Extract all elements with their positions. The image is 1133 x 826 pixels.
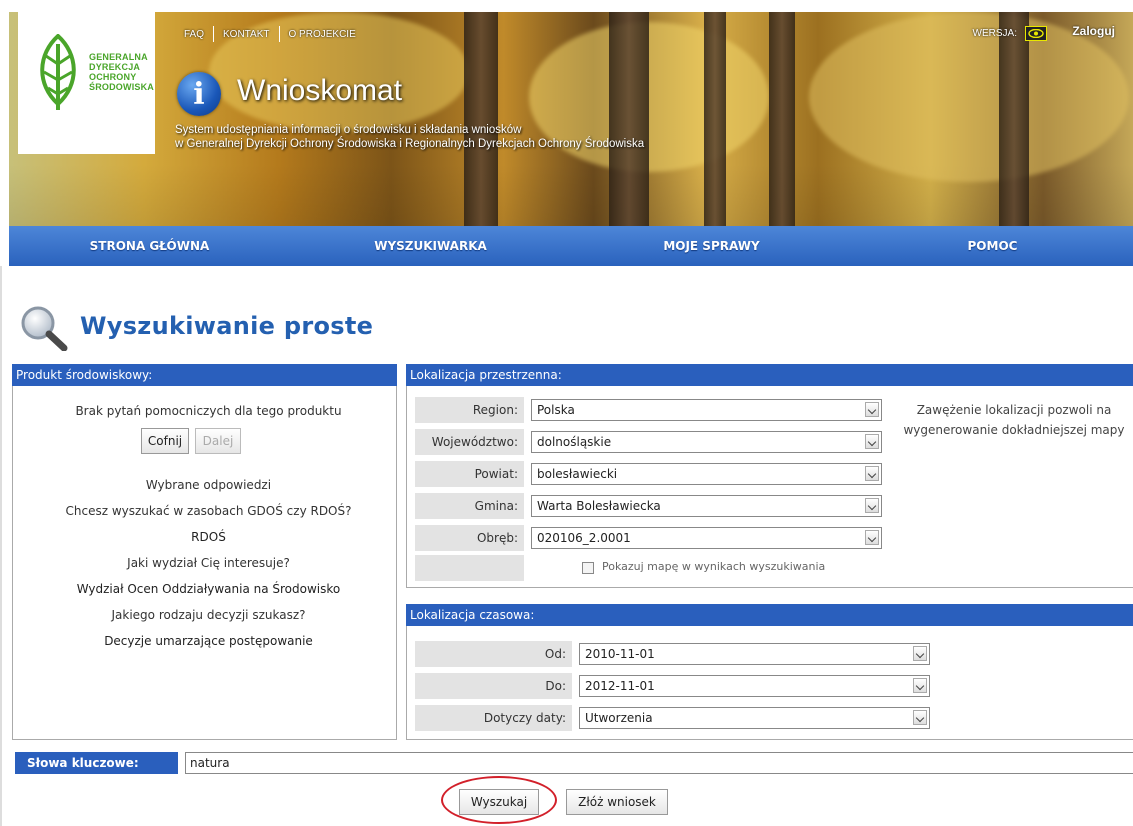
tree-trunk — [999, 12, 1029, 242]
chevron-down-icon — [865, 530, 879, 545]
precinct-select[interactable]: 020106_2.0001 — [531, 527, 882, 549]
version-switch: WERSJA: — [973, 26, 1047, 41]
empty-label-cell — [415, 555, 524, 581]
show-map-checkbox[interactable] — [582, 562, 594, 574]
commune-label: Gmina: — [415, 493, 524, 519]
info-icon: i — [177, 72, 221, 116]
keywords-label: Słowa kluczowe: — [15, 752, 178, 774]
back-button[interactable]: Cofnij — [141, 428, 189, 454]
nav-search[interactable]: WYSZUKIWARKA — [290, 226, 571, 266]
commune-select[interactable]: Warta Bolesławiecka — [531, 495, 882, 517]
question-text: Chcesz wyszukać w zasobach GDOŚ czy RDOŚ… — [65, 504, 352, 518]
county-label: Powiat: — [415, 461, 524, 487]
location-note: Zawężenie lokalizacji pozwoli na wygener… — [903, 403, 1125, 437]
tree-trunk — [704, 12, 726, 242]
page-title: Wyszukiwanie proste — [80, 312, 374, 340]
magnifier-icon — [21, 306, 68, 351]
product-panel: Brak pytań pomocniczych dla tego produkt… — [12, 386, 397, 740]
region-select[interactable]: Polska — [531, 399, 882, 421]
location-panel-title: Lokalizacja przestrzenna: — [406, 364, 1133, 386]
logo-line: DYREKCJA — [89, 62, 141, 72]
answers-heading: Wybrane odpowiedzi — [145, 478, 272, 492]
chevron-down-icon — [865, 498, 879, 513]
date-from-value: 2010-11-01 — [585, 647, 655, 661]
chevron-down-icon — [865, 466, 879, 481]
county-select[interactable]: bolesławiecki — [531, 463, 882, 485]
version-label: WERSJA: — [972, 28, 1017, 39]
highlight-circle — [441, 776, 557, 824]
eye-icon[interactable] — [1025, 26, 1047, 41]
time-panel-title: Lokalizacja czasowa: — [406, 604, 1133, 626]
voivodeship-value: dolnośląskie — [537, 435, 612, 449]
logo-line: GENERALNA — [89, 52, 148, 62]
submit-request-button[interactable]: Złóż wniosek — [566, 789, 668, 815]
chevron-down-icon — [913, 710, 927, 725]
leaf-logo-icon — [40, 34, 76, 110]
nav-help[interactable]: POMOC — [852, 226, 1133, 266]
date-to-select[interactable]: 2012-11-01 — [579, 675, 930, 697]
top-links: FAQ KONTAKT O PROJEKCIE — [175, 26, 365, 42]
date-from-select[interactable]: 2010-11-01 — [579, 643, 930, 665]
logo-text: GENERALNA DYREKCJA OCHRONY ŚRODOWISKA — [89, 52, 154, 92]
no-questions-text: Brak pytań pomocniczych dla tego produkt… — [75, 404, 342, 418]
chevron-down-icon — [865, 434, 879, 449]
divider — [0, 266, 2, 826]
tree-trunk — [769, 12, 795, 242]
chevron-down-icon — [913, 646, 927, 661]
date-type-value: Utworzenia — [585, 711, 653, 725]
contact-link[interactable]: KONTAKT — [214, 29, 278, 40]
subtitle-line: System udostępniania informacji o środow… — [175, 124, 522, 136]
chevron-down-icon — [865, 402, 879, 417]
site-header: GENERALNA DYREKCJA OCHRONY ŚRODOWISKA FA… — [9, 12, 1133, 266]
show-map-label: Pokazuj mapę w wynikach wyszukiwania — [602, 560, 826, 573]
answer-text: RDOŚ — [191, 530, 226, 544]
chevron-down-icon — [913, 678, 927, 693]
voivodeship-label: Województwo: — [415, 429, 524, 455]
nav-my-cases[interactable]: MOJE SPRAWY — [571, 226, 852, 266]
nav-home[interactable]: STRONA GŁÓWNA — [9, 226, 290, 266]
faq-link[interactable]: FAQ — [175, 29, 213, 40]
precinct-label: Obręb: — [415, 525, 524, 551]
main-nav: STRONA GŁÓWNA WYSZUKIWARKA MOJE SPRAWY P… — [9, 226, 1133, 266]
subtitle-line: w Generalnej Dyrekcji Ochrony Środowiska… — [175, 138, 645, 150]
login-link[interactable]: Zaloguj — [1072, 24, 1115, 38]
answer-text: Decyzje umarzające postępowanie — [104, 634, 313, 648]
app-title: Wnioskomat — [237, 74, 403, 107]
voivodeship-select[interactable]: dolnośląskie — [531, 431, 882, 453]
date-to-label: Do: — [415, 673, 572, 699]
question-text: Jakiego rodzaju decyzji szukasz? — [111, 608, 306, 622]
logo-line: ŚRODOWISKA — [89, 82, 154, 92]
next-button[interactable]: Dalej — [195, 428, 241, 454]
date-type-select[interactable]: Utworzenia — [579, 707, 930, 729]
region-value: Polska — [537, 403, 575, 417]
keywords-input[interactable]: natura — [185, 752, 1133, 774]
about-link[interactable]: O PROJEKCIE — [280, 29, 365, 40]
answer-text: Wydział Ocen Oddziaływania na Środowisko — [76, 582, 341, 596]
precinct-value: 020106_2.0001 — [537, 531, 631, 545]
gdos-logo[interactable]: GENERALNA DYREKCJA OCHRONY ŚRODOWISKA — [18, 12, 155, 154]
product-panel-title: Produkt środowiskowy: — [12, 364, 397, 386]
app-subtitle: System udostępniania informacji o środow… — [175, 123, 644, 151]
date-type-label: Dotyczy daty: — [415, 705, 572, 731]
logo-line: OCHRONY — [89, 72, 137, 82]
region-label: Region: — [415, 397, 524, 423]
county-value: bolesławiecki — [537, 467, 618, 481]
date-from-label: Od: — [415, 641, 572, 667]
commune-value: Warta Bolesławiecka — [537, 499, 661, 513]
date-to-value: 2012-11-01 — [585, 679, 655, 693]
question-text: Jaki wydział Cię interesuje? — [127, 556, 290, 570]
